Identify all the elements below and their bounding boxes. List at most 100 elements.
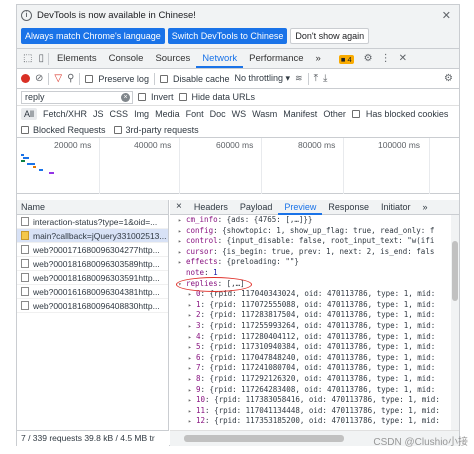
tab-payload[interactable]: Payload <box>234 200 279 215</box>
tab-console[interactable]: Console <box>103 49 150 68</box>
expand-triangle-icon[interactable]: ▸ <box>188 322 196 332</box>
json-line[interactable]: ▸ 4: {rpid: 117280404112, oid: 470113786,… <box>174 332 450 343</box>
json-line[interactable]: ▸ control: {input_disable: false, root_in… <box>174 236 450 247</box>
json-line[interactable]: ▸ cm_info: {ads: {4765: [,…]}} <box>174 215 450 226</box>
tab-preview[interactable]: Preview <box>278 200 323 215</box>
timeline-overview[interactable]: 20000 ms 40000 ms 60000 ms 80000 ms 1000… <box>17 138 459 194</box>
network-settings-icon[interactable]: ⚙ <box>444 73 453 84</box>
filter-icon[interactable]: ▽ <box>54 73 62 84</box>
json-line[interactable]: ▸ 1: {rpid: 117072555088, oid: 470113786,… <box>174 300 450 311</box>
issues-counter[interactable]: ■ 4 <box>338 54 354 64</box>
filter-input[interactable]: reply × <box>21 90 133 104</box>
expand-triangle-icon[interactable]: ▸ <box>178 216 186 226</box>
more-options-icon[interactable]: ⋮ <box>381 53 391 64</box>
expand-triangle-icon[interactable]: ▸ <box>178 237 186 247</box>
close-details-button[interactable]: × <box>170 200 188 215</box>
export-har-icon[interactable]: ⤓ <box>323 73 327 84</box>
tab-initiator[interactable]: Initiator <box>375 200 417 215</box>
request-row[interactable]: web?000161680096304381http... <box>17 285 168 299</box>
hide-data-urls-checkbox[interactable] <box>178 93 187 101</box>
import-har-icon[interactable]: ⤒ <box>314 73 318 84</box>
preserve-log-checkbox[interactable] <box>85 74 94 83</box>
json-line[interactable]: ▸ 9: {rpid: 117264283408, oid: 470113786,… <box>174 385 450 396</box>
type-filter-img[interactable]: Img <box>134 109 149 119</box>
type-filter-doc[interactable]: Doc <box>210 109 226 119</box>
dont-show-again-button[interactable]: Don't show again <box>290 28 370 44</box>
expand-triangle-icon[interactable]: ▸ <box>188 417 196 427</box>
json-preview[interactable]: ▸ cm_info: {ads: {4765: [,…]}} ▸ config: {s… <box>170 215 450 430</box>
tab-headers[interactable]: Headers <box>188 200 234 215</box>
tab-performance[interactable]: Performance <box>243 49 309 68</box>
request-row[interactable]: web?000181680096303589http... <box>17 257 168 271</box>
expand-triangle-icon[interactable]: ▸ <box>178 227 186 237</box>
match-language-button[interactable]: Always match Chrome's language <box>21 28 165 44</box>
scrollbar-thumb[interactable] <box>184 435 344 442</box>
expand-triangle-icon[interactable]: ▸ <box>188 290 196 300</box>
expand-triangle-icon[interactable]: ▸ <box>188 311 196 321</box>
json-line[interactable]: ▸ 11: {rpid: 117041134448, oid: 470113786… <box>174 406 450 417</box>
json-line[interactable]: ▸ 7: {rpid: 117241080704, oid: 470113786,… <box>174 363 450 374</box>
type-filter-wasm[interactable]: Wasm <box>252 109 277 119</box>
expand-triangle-icon[interactable]: ▸ <box>188 364 196 374</box>
request-row[interactable]: web?000181680096408830http... <box>17 299 168 313</box>
invert-checkbox[interactable] <box>138 93 146 101</box>
tab-elements[interactable]: Elements <box>51 49 103 68</box>
record-icon[interactable] <box>21 74 30 83</box>
json-line[interactable]: ▸ effects: {preloading: ""} <box>174 257 450 268</box>
switch-to-chinese-button[interactable]: Switch DevTools to Chinese <box>167 28 288 44</box>
expand-triangle-icon[interactable]: ▸ <box>188 343 196 353</box>
scrollbar-thumb[interactable] <box>452 241 458 301</box>
type-filter-media[interactable]: Media <box>155 109 180 119</box>
request-row-selected[interactable]: main?callback=jQuery331002513... <box>17 229 168 243</box>
device-toolbar-icon[interactable]: ▯ <box>38 53 44 64</box>
expand-triangle-icon[interactable]: ▸ <box>188 407 196 417</box>
json-line[interactable]: ▸ 8: {rpid: 117292126320, oid: 470113786,… <box>174 374 450 385</box>
expand-triangle-icon[interactable]: ▸ <box>188 354 196 364</box>
third-party-checkbox[interactable] <box>113 125 122 134</box>
has-blocked-cookies-checkbox[interactable] <box>351 110 360 118</box>
search-icon[interactable]: ⚲ <box>67 73 74 84</box>
type-filter-font[interactable]: Font <box>186 109 204 119</box>
request-row[interactable]: web?000171680096304277http... <box>17 243 168 257</box>
close-icon[interactable]: ✕ <box>442 9 451 22</box>
expand-triangle-icon[interactable]: ▸ <box>178 258 186 268</box>
json-line[interactable]: ▸ 3: {rpid: 117255993264, oid: 470113786,… <box>174 321 450 332</box>
name-column-header[interactable]: Name <box>17 200 168 215</box>
more-detail-tabs-button[interactable]: » <box>416 200 433 215</box>
type-filter-css[interactable]: CSS <box>110 109 129 119</box>
inspect-element-icon[interactable]: ⬚ <box>23 53 32 64</box>
vertical-scrollbar[interactable] <box>451 215 459 430</box>
clear-filter-icon[interactable]: × <box>121 92 130 102</box>
expand-triangle-icon[interactable]: ▸ <box>188 375 196 385</box>
blocked-requests-checkbox[interactable] <box>21 125 29 134</box>
expand-triangle-icon[interactable]: ▸ <box>178 248 186 258</box>
request-row[interactable]: interaction-status?type=1&oid=... <box>17 215 168 229</box>
json-line[interactable]: ▸ 12: {rpid: 117353185200, oid: 470113786… <box>174 416 450 427</box>
expand-triangle-icon[interactable]: ▸ <box>188 333 196 343</box>
type-filter-all[interactable]: All <box>21 108 38 120</box>
expand-triangle-icon[interactable]: ▸ <box>188 301 196 311</box>
json-line[interactable]: ▸ 10: {rpid: 117383058416, oid: 470113786… <box>174 395 450 406</box>
type-filter-fetch-xhr[interactable]: Fetch/XHR <box>43 109 87 119</box>
type-filter-manifest[interactable]: Manifest <box>283 109 317 119</box>
expand-triangle-icon[interactable]: ▸ <box>188 386 196 396</box>
tab-sources[interactable]: Sources <box>149 49 196 68</box>
close-devtools-icon[interactable]: ✕ <box>399 53 407 64</box>
json-line[interactable]: ▸ config: {showtopic: 1, show_up_flag: tr… <box>174 226 450 237</box>
tab-response[interactable]: Response <box>322 200 375 215</box>
gear-icon[interactable]: ⚙ <box>364 53 373 64</box>
json-line[interactable]: ▸ 2: {rpid: 117283817504, oid: 470113786,… <box>174 310 450 321</box>
clear-icon[interactable]: ⊘ <box>35 73 43 84</box>
more-tabs-button[interactable]: » <box>310 49 327 68</box>
type-filter-other[interactable]: Other <box>323 109 346 119</box>
json-line[interactable]: ▸ 5: {rpid: 117310940384, oid: 470113786,… <box>174 342 450 353</box>
type-filter-ws[interactable]: WS <box>232 109 247 119</box>
expand-triangle-icon[interactable]: ▸ <box>188 396 196 406</box>
json-line[interactable]: ▸ 6: {rpid: 117047848240, oid: 470113786,… <box>174 353 450 364</box>
type-filter-js[interactable]: JS <box>93 109 104 119</box>
request-row[interactable]: web?000181680096303591http... <box>17 271 168 285</box>
json-line[interactable]: ▸ cursor: {is_begin: true, prev: 1, next:… <box>174 247 450 258</box>
tab-network[interactable]: Network <box>196 49 244 68</box>
disable-cache-checkbox[interactable] <box>159 74 168 83</box>
throttling-select[interactable]: No throttling ▾ <box>234 73 290 84</box>
